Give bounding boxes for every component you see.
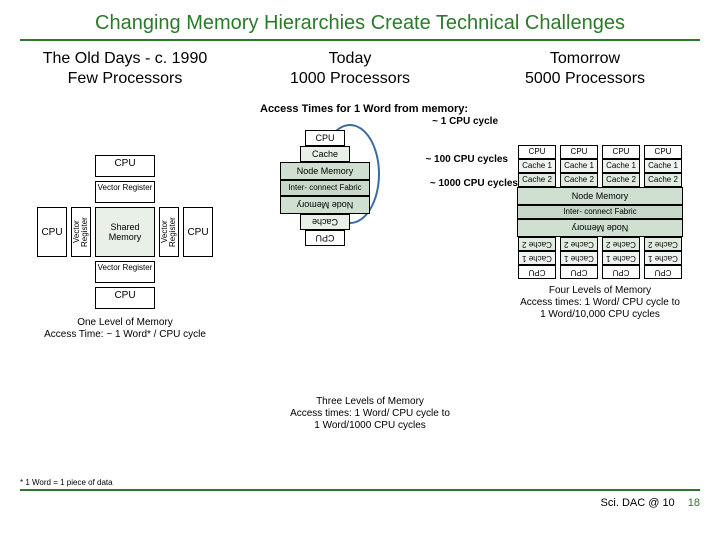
old-vr-bottom: Vector Register <box>95 261 155 283</box>
col-old-line2: Few Processors <box>20 69 230 89</box>
tom-c1: Cache 1 <box>518 159 556 173</box>
page-number: 18 <box>688 497 700 509</box>
tom-c2: Cache 2 <box>518 237 556 251</box>
slide-title: Changing Memory Hierarchies Create Techn… <box>20 0 700 41</box>
footer-rule <box>20 489 700 491</box>
tom-c2: Cache 2 <box>518 173 556 187</box>
col-old-head: The Old Days - c. 1990 Few Processors <box>20 49 230 89</box>
diagram-body: CPU Vector Register CPU Vector Register … <box>0 95 720 515</box>
today-cache-bottom: Cache <box>300 214 350 230</box>
tom-c2-row-bot: Cache 2 Cache 2 Cache 2 Cache 2 <box>500 237 700 251</box>
today-cache-top: Cache <box>300 146 350 162</box>
tom-cpu-row-top: CPU CPU CPU CPU <box>500 145 700 159</box>
col-today-line1: Today <box>235 49 465 69</box>
tom-cpu: CPU <box>602 265 640 279</box>
tom-c1: Cache 1 <box>560 159 598 173</box>
today-ic: Inter- connect Fabric <box>280 180 370 196</box>
old-caption: One Level of Memory Access Time: ~ 1 Wor… <box>20 317 230 341</box>
tom-cpu: CPU <box>602 145 640 159</box>
old-cpu-right: CPU <box>183 207 213 257</box>
col-today-head: Today 1000 Processors <box>235 49 465 89</box>
tom-c1: Cache 1 <box>602 159 640 173</box>
tom-cpu: CPU <box>518 265 556 279</box>
col-tom-line1: Tomorrow <box>470 49 700 69</box>
tom-c1: Cache 1 <box>518 251 556 265</box>
tomorrow-caption: Four Levels of Memory Access times: 1 Wo… <box>500 285 700 321</box>
today-nm-bottom: Node Memory <box>280 196 370 214</box>
tom-c2: Cache 2 <box>560 173 598 187</box>
today-nm-top: Node Memory <box>280 162 370 180</box>
old-days-diagram: CPU Vector Register CPU Vector Register … <box>20 155 230 341</box>
tom-cpu: CPU <box>644 265 682 279</box>
cycle-1-label: ~ 1 CPU cycle <box>432 116 498 127</box>
column-headers: The Old Days - c. 1990 Few Processors To… <box>0 49 720 89</box>
tom-c1-row-top: Cache 1 Cache 1 Cache 1 Cache 1 <box>500 159 700 173</box>
col-today-line2: 1000 Processors <box>235 69 465 89</box>
tom-c2: Cache 2 <box>602 237 640 251</box>
today-diagram: Access Times for 1 Word from memory: ~ 1… <box>260 103 480 432</box>
tom-nm-bot: Node Memory <box>517 219 683 237</box>
tom-c1: Cache 1 <box>602 251 640 265</box>
old-vr-left: Vector Register <box>71 207 91 257</box>
tom-ic: Inter- connect Fabric <box>517 205 683 219</box>
old-vr-right: Vector Register <box>159 207 179 257</box>
tom-cpu: CPU <box>644 145 682 159</box>
old-shared-memory: Shared Memory <box>95 207 155 257</box>
today-caption: Three Levels of Memory Access times: 1 W… <box>260 396 480 432</box>
footnote: * 1 Word = 1 piece of data <box>20 478 113 487</box>
tom-cpu: CPU <box>560 265 598 279</box>
tom-c2: Cache 2 <box>644 237 682 251</box>
tom-cpu: CPU <box>560 145 598 159</box>
access-times-heading: Access Times for 1 Word from memory: <box>260 103 480 116</box>
old-cpu-bottom: CPU <box>95 287 155 309</box>
today-cpu-top: CPU <box>305 130 345 146</box>
tom-c2: Cache 2 <box>602 173 640 187</box>
tom-nm-top: Node Memory <box>517 187 683 205</box>
tom-cpu: CPU <box>518 145 556 159</box>
tomorrow-diagram: CPU CPU CPU CPU Cache 1 Cache 1 Cache 1 … <box>500 145 700 321</box>
col-tom-line2: 5000 Processors <box>470 69 700 89</box>
tom-c1: Cache 1 <box>644 251 682 265</box>
today-cpu-bottom: CPU <box>305 230 345 246</box>
tom-c2: Cache 2 <box>644 173 682 187</box>
cycle-100-label: ~ 100 CPU cycles <box>425 154 508 165</box>
tom-c1-row-bot: Cache 1 Cache 1 Cache 1 Cache 1 <box>500 251 700 265</box>
tom-c2-row-top: Cache 2 Cache 2 Cache 2 Cache 2 <box>500 173 700 187</box>
tom-c1: Cache 1 <box>644 159 682 173</box>
old-cpu-top: CPU <box>95 155 155 177</box>
tom-c2: Cache 2 <box>560 237 598 251</box>
old-cpu-left: CPU <box>37 207 67 257</box>
old-vr-top: Vector Register <box>95 181 155 203</box>
footer: Sci. DAC @ 10 18 <box>601 497 700 509</box>
tom-cpu-row-bot: CPU CPU CPU CPU <box>500 265 700 279</box>
col-tom-head: Tomorrow 5000 Processors <box>470 49 700 89</box>
footer-conf: Sci. DAC @ 10 <box>601 497 675 509</box>
col-old-line1: The Old Days - c. 1990 <box>20 49 230 69</box>
tom-c1: Cache 1 <box>560 251 598 265</box>
